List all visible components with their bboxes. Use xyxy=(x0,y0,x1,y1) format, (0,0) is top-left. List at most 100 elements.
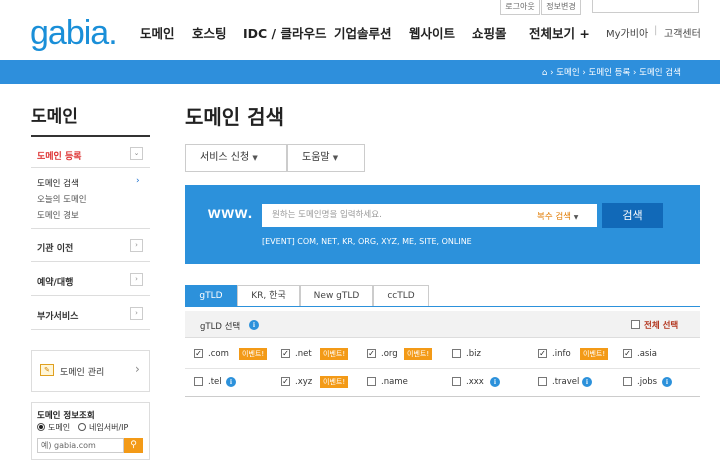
chevron-right-icon[interactable]: › xyxy=(130,273,143,286)
multi-search-select[interactable]: 복수 검색 ▼ xyxy=(537,210,578,222)
tld-select-label: gTLD 선택 xyxy=(200,322,241,332)
gnb-idc-cloud[interactable]: IDC / 클라우드 xyxy=(243,23,326,42)
tld-checkbox-name[interactable] xyxy=(367,377,376,386)
search-icon[interactable]: ⚲ xyxy=(124,438,143,453)
chevron-down-icon[interactable]: ⌄ xyxy=(130,147,143,160)
divider xyxy=(185,368,700,369)
gnb-enterprise[interactable]: 기업솔루션 xyxy=(334,23,392,42)
tld-checkbox-net[interactable]: ✓ xyxy=(281,349,290,358)
gnb-website[interactable]: 웹사이트 xyxy=(409,23,455,42)
breadcrumb-search: 도메인 검색 xyxy=(639,68,681,78)
info-icon[interactable]: i xyxy=(662,377,672,387)
event-badge: 이벤트! xyxy=(320,348,349,360)
tld-checkbox-jobs[interactable] xyxy=(623,377,632,386)
info-icon[interactable]: i xyxy=(226,377,236,387)
event-badge: 이벤트! xyxy=(404,348,433,360)
tld-label-com: .com xyxy=(208,349,229,359)
radio-nameserver-label: 네임서버/IP xyxy=(89,423,129,432)
chevron-right-icon: › xyxy=(136,176,140,186)
radio-domain-label: 도메인 xyxy=(48,423,71,432)
www-label: www. xyxy=(208,205,254,222)
select-all-label[interactable]: 전체 선택 xyxy=(644,319,678,331)
divider xyxy=(31,329,150,330)
sidebar-item-extra-services[interactable]: 부가서비스 xyxy=(37,309,78,322)
tab-new-gtld[interactable]: New gTLD xyxy=(300,285,373,307)
event-badge: 이벤트! xyxy=(239,348,268,360)
tld-label-tel: .tel xyxy=(208,377,222,387)
customer-center-link[interactable]: 고객센터 xyxy=(664,25,701,40)
chevron-right-icon[interactable]: › xyxy=(130,307,143,320)
tld-label-xyz: .xyz xyxy=(295,377,313,387)
tld-checkbox-asia[interactable]: ✓ xyxy=(623,349,632,358)
tld-checkbox-com[interactable]: ✓ xyxy=(194,349,203,358)
event-badge: 이벤트! xyxy=(320,376,349,388)
whois-input[interactable]: 예) gabia.com xyxy=(37,438,124,453)
chevron-right-icon: › xyxy=(135,362,140,376)
tld-checkbox-org[interactable]: ✓ xyxy=(367,349,376,358)
top-search-input[interactable] xyxy=(592,0,699,13)
tld-checkbox-xxx[interactable] xyxy=(452,377,461,386)
info-icon[interactable]: i xyxy=(249,320,259,330)
home-icon[interactable]: ⌂ xyxy=(542,68,547,78)
sidebar-item-reservation[interactable]: 예약/대행 xyxy=(37,275,73,288)
info-icon[interactable]: i xyxy=(490,377,500,387)
divider xyxy=(31,261,150,262)
tab-gtld[interactable]: gTLD xyxy=(185,285,237,307)
sidebar-sub-domain-search[interactable]: 도메인 검색 xyxy=(37,177,79,189)
sidebar-item-domain-register[interactable]: 도메인 등록 xyxy=(37,149,82,162)
gnb-shopping[interactable]: 쇼핑몰 xyxy=(472,23,507,42)
tld-label-jobs: .jobs xyxy=(637,377,658,387)
divider xyxy=(31,167,150,168)
search-button[interactable]: 검색 xyxy=(602,203,663,228)
tld-label-xxx: .xxx xyxy=(466,377,484,387)
tld-checkbox-tel[interactable] xyxy=(194,377,203,386)
event-text[interactable]: [EVENT] COM, NET, KR, ORG, XYZ, ME, SITE… xyxy=(262,237,472,246)
tld-select-bar xyxy=(185,311,700,338)
radio-nameserver[interactable] xyxy=(78,423,86,431)
sidebar-sub-domain-alert[interactable]: 도메인 경보 xyxy=(37,209,79,221)
tab-cctld[interactable]: ccTLD xyxy=(373,285,429,307)
tld-checkbox-biz[interactable] xyxy=(452,349,461,358)
tld-label-biz: .biz xyxy=(466,349,481,359)
tld-label-net: .net xyxy=(295,349,312,359)
gnb-hosting[interactable]: 호스팅 xyxy=(192,23,227,42)
tld-label-info: .info xyxy=(552,349,571,359)
tld-label-travel: .travel xyxy=(552,377,580,387)
event-badge: 이벤트! xyxy=(580,348,609,360)
tld-label-org: .org xyxy=(381,349,398,359)
logout-button[interactable]: 로그아웃 xyxy=(500,0,540,15)
sidebar-sub-today-domain[interactable]: 오늘의 도메인 xyxy=(37,193,87,205)
select-all-checkbox[interactable] xyxy=(631,320,640,329)
service-apply-button[interactable]: 서비스 신청 ▼ xyxy=(185,144,287,172)
sidebar-item-transfer[interactable]: 기관 이전 xyxy=(37,241,73,254)
divider xyxy=(185,306,700,307)
help-button[interactable]: 도움말 ▼ xyxy=(287,144,365,172)
info-icon[interactable]: i xyxy=(582,377,592,387)
tld-label-name: .name xyxy=(381,377,408,387)
divider xyxy=(185,396,700,397)
domain-manage-label: 도메인 관리 xyxy=(60,368,105,378)
chevron-right-icon[interactable]: › xyxy=(130,239,143,252)
breadcrumb-domain[interactable]: 도메인 xyxy=(556,68,579,78)
page-title: 도메인 검색 xyxy=(185,105,284,129)
tld-checkbox-info[interactable]: ✓ xyxy=(538,349,547,358)
whois-title: 도메인 정보조회 xyxy=(37,411,95,421)
breadcrumb: ⌂ › 도메인 › 도메인 등록 › 도메인 검색 xyxy=(542,68,681,78)
folder-icon: ✎ xyxy=(40,364,54,376)
gabia-logo[interactable]: gabia. xyxy=(30,14,118,53)
edit-info-button[interactable]: 정보변경 xyxy=(541,0,581,15)
gnb-domain[interactable]: 도메인 xyxy=(140,23,175,42)
my-gabia-link[interactable]: My가비아 xyxy=(606,25,648,40)
divider: | xyxy=(654,25,658,36)
divider xyxy=(31,295,150,296)
tab-kr[interactable]: KR, 한국 xyxy=(237,285,300,307)
sidebar-title: 도메인 xyxy=(31,107,78,127)
tld-checkbox-travel[interactable] xyxy=(538,377,547,386)
gnb-view-all[interactable]: 전체보기 + xyxy=(529,23,590,42)
tld-checkbox-xyz[interactable]: ✓ xyxy=(281,377,290,386)
tld-label-asia: .asia xyxy=(637,349,657,359)
breadcrumb-register[interactable]: 도메인 등록 xyxy=(589,68,631,78)
divider xyxy=(31,228,150,229)
radio-domain[interactable] xyxy=(37,423,45,431)
divider xyxy=(31,135,150,137)
